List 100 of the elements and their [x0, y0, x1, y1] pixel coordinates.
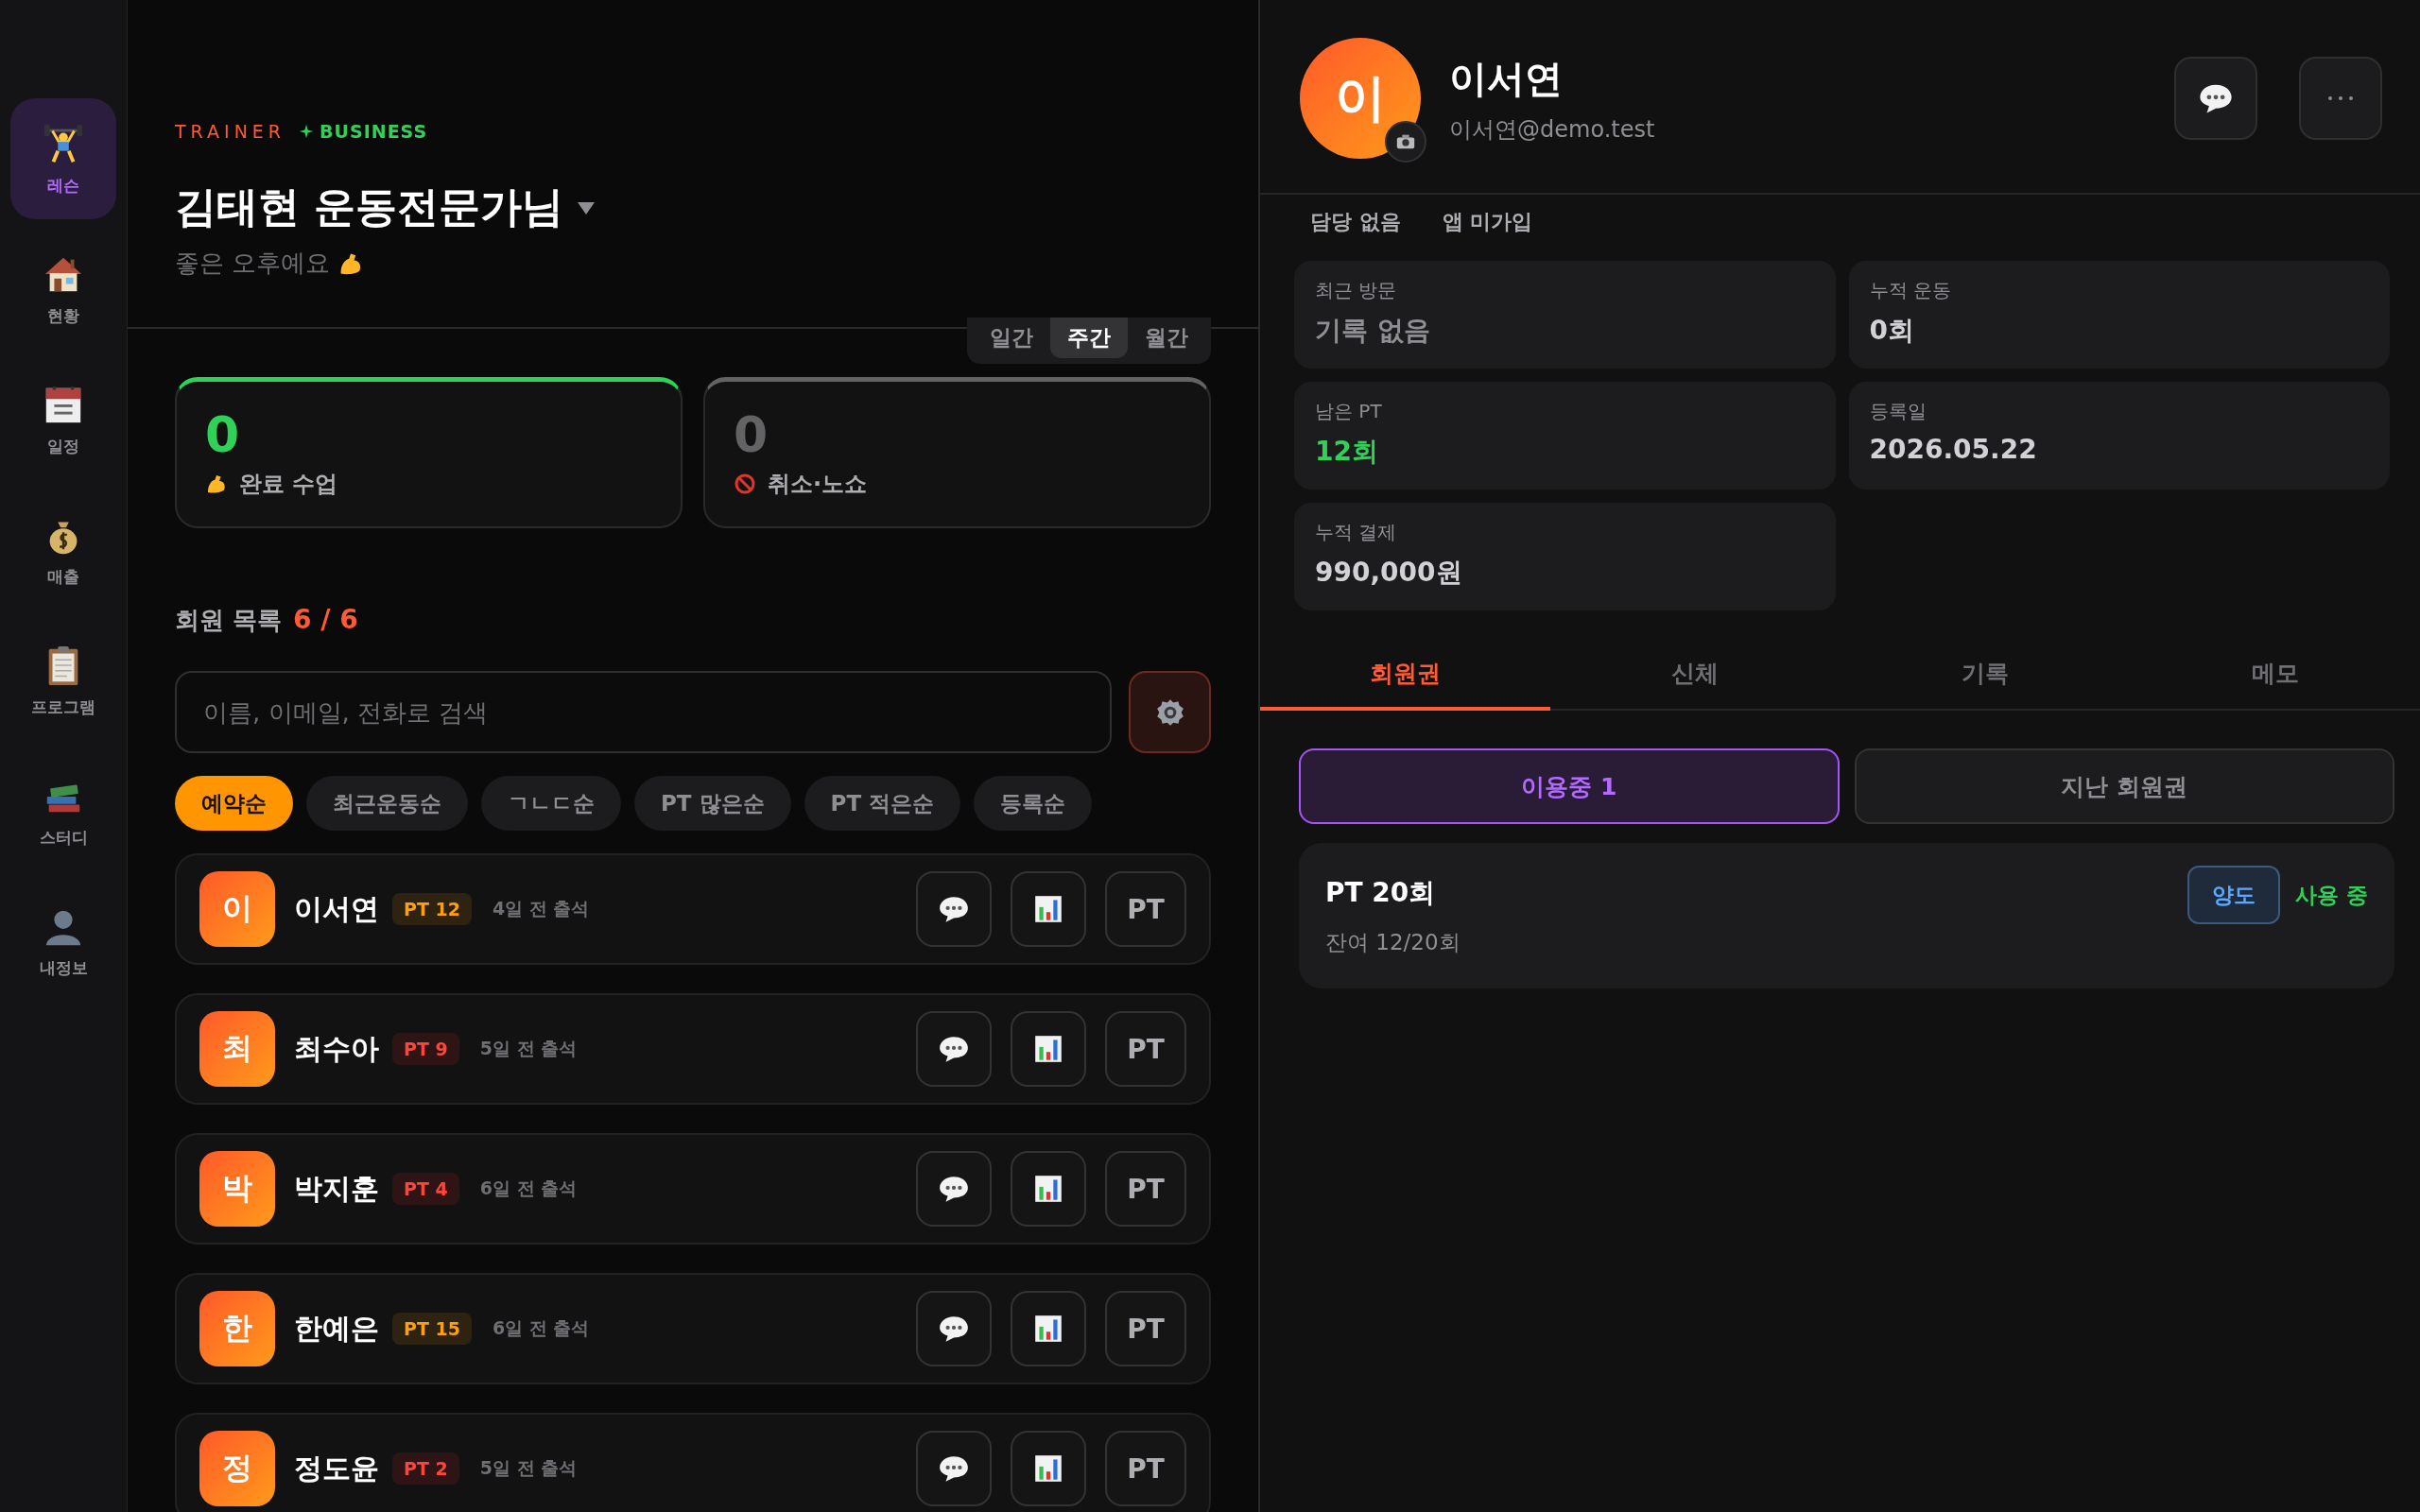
sort-chip[interactable]: ㄱㄴㄷ순 [481, 776, 621, 831]
search-field[interactable]: 이름, 이메일, 전화로 검색 [175, 671, 1112, 753]
member-name: 정도윤 [294, 1450, 379, 1486]
message-button[interactable] [916, 1011, 992, 1087]
message-button[interactable] [916, 1431, 992, 1506]
detail-tab[interactable]: 회원권 [1260, 639, 1550, 711]
info-label: 등록일 [1869, 399, 1927, 424]
member-card[interactable]: 박 박지훈 PT 4 6일 전 출석 PT [175, 1133, 1211, 1245]
bar-chart-icon [1032, 1313, 1064, 1345]
profile-name: 이서연 [1449, 55, 1564, 102]
trainer-name: 김태현 운동전문가님 [175, 181, 564, 232]
attendance-text: 4일 전 출석 [492, 897, 590, 920]
pt-button[interactable]: PT [1105, 871, 1186, 947]
camera-button[interactable] [1385, 121, 1426, 163]
message-button[interactable] [916, 871, 992, 947]
prohibited-icon [734, 472, 756, 495]
role-label: TRAINER [175, 121, 286, 142]
caret-icon[interactable] [577, 199, 596, 215]
sort-chip[interactable]: 등록순 [974, 776, 1093, 831]
sort-chip[interactable]: 예약순 [175, 776, 293, 831]
member-name: 박지훈 [294, 1170, 379, 1207]
message-button[interactable] [2174, 57, 2257, 140]
status-tag: 담당 없음 [1310, 208, 1401, 236]
stat-value: 0 [205, 409, 241, 459]
member-card[interactable]: 최 최수아 PT 9 5일 전 출석 PT [175, 993, 1211, 1105]
member-name: 최수아 [294, 1030, 379, 1067]
detail-tab[interactable]: 기록 [1840, 639, 2131, 711]
pt-count: PT 4 [392, 1173, 459, 1205]
attendance-text: 6일 전 출석 [479, 1177, 578, 1200]
info-label: 남은 PT [1315, 399, 1383, 424]
message-button[interactable] [916, 1151, 992, 1227]
greeting-text: 좋은 오후예요 [175, 248, 331, 279]
pt-button[interactable]: PT [1105, 1151, 1186, 1227]
bar-chart-icon [1032, 1033, 1064, 1065]
profile-avatar: 이 [1300, 38, 1421, 159]
settings-button[interactable] [1129, 671, 1211, 753]
pt-count: PT 15 [392, 1313, 472, 1345]
plan-label: BUSINESS [320, 121, 428, 142]
stat-value: 0 [734, 409, 769, 459]
attendance-text: 5일 전 출석 [479, 1456, 578, 1480]
member-card[interactable]: 한 한예은 PT 15 6일 전 출석 PT [175, 1273, 1211, 1384]
sort-chip[interactable]: PT 적은순 [804, 776, 961, 831]
stats-button[interactable] [1011, 1291, 1086, 1366]
stats-button[interactable] [1011, 1011, 1086, 1087]
nav-item[interactable]: 프로그램 [10, 620, 116, 741]
nav-item[interactable]: 현황 [10, 229, 116, 350]
detail-tab[interactable]: 메모 [2130, 639, 2420, 711]
transfer-button[interactable]: 양도 [2187, 866, 2280, 924]
member-name: 이서연 [294, 890, 379, 927]
info-value: 기록 없음 [1315, 314, 1431, 348]
bar-chart-icon [1032, 893, 1064, 925]
member-avatar: 박 [199, 1151, 275, 1227]
period-tab[interactable]: 일간 [973, 318, 1050, 358]
pt-button[interactable]: PT [1105, 1431, 1186, 1506]
detail-tab[interactable]: 신체 [1549, 639, 1841, 711]
stat-label: 완료 수업 [239, 469, 338, 499]
info-label: 누적 결제 [1315, 520, 1398, 545]
pt-count: PT 12 [392, 893, 472, 925]
info-value: 12회 [1315, 435, 1379, 469]
info-value: 990,000원 [1315, 556, 1463, 590]
sort-chip[interactable]: PT 많은순 [634, 776, 791, 831]
sort-chip[interactable]: 최근운동순 [306, 776, 468, 831]
profile-email: 이서연@demo.test [1449, 114, 1655, 145]
period-tab[interactable]: 주간 [1050, 318, 1128, 358]
nav-item[interactable]: 일정 [10, 359, 116, 480]
status-tag: 앱 미가입 [1442, 208, 1533, 236]
info-label: 최근 방문 [1315, 278, 1398, 303]
info-value: 0회 [1869, 314, 1915, 348]
remaining-text: 잔여 12/20회 [1325, 928, 1461, 956]
member-name: 한예은 [294, 1310, 379, 1347]
member-avatar: 정 [199, 1431, 275, 1506]
nav-item[interactable]: 내정보 [10, 881, 116, 1002]
attendance-text: 6일 전 출석 [492, 1316, 590, 1340]
stats-button[interactable] [1011, 1151, 1086, 1227]
pt-count: PT 2 [392, 1452, 459, 1485]
member-avatar: 이 [199, 871, 275, 947]
bar-chart-icon [1032, 1173, 1064, 1205]
info-value: 2026.05.22 [1869, 434, 2038, 465]
stats-button[interactable] [1011, 871, 1086, 947]
status-text: 사용 중 [2295, 881, 2368, 909]
more-icon [2326, 94, 2355, 102]
nav-item[interactable]: 매출 [10, 490, 116, 610]
member-count: 6 / 6 [293, 604, 358, 635]
message-button[interactable] [916, 1291, 992, 1366]
nav-item[interactable]: 레슨 [10, 98, 116, 219]
filter-button[interactable]: 이용중 1 [1299, 748, 1840, 824]
nav-item[interactable]: 스터디 [10, 750, 116, 871]
info-label: 누적 운동 [1869, 278, 1952, 303]
member-card[interactable]: 정 정도윤 PT 2 5일 전 출석 PT [175, 1413, 1211, 1512]
filter-button[interactable]: 지난 회원권 [1854, 748, 2394, 824]
period-tab[interactable]: 월간 [1128, 318, 1205, 358]
member-avatar: 최 [199, 1011, 275, 1087]
pt-button[interactable]: PT [1105, 1011, 1186, 1087]
stats-button[interactable] [1011, 1431, 1086, 1506]
section-title: 회원 목록 [175, 605, 283, 636]
member-card[interactable]: 이 이서연 PT 12 4일 전 출석 PT [175, 853, 1211, 965]
pt-count: PT 9 [392, 1033, 459, 1065]
member-avatar: 한 [199, 1291, 275, 1366]
pt-button[interactable]: PT [1105, 1291, 1186, 1366]
stat-label: 취소·노쇼 [768, 469, 868, 499]
